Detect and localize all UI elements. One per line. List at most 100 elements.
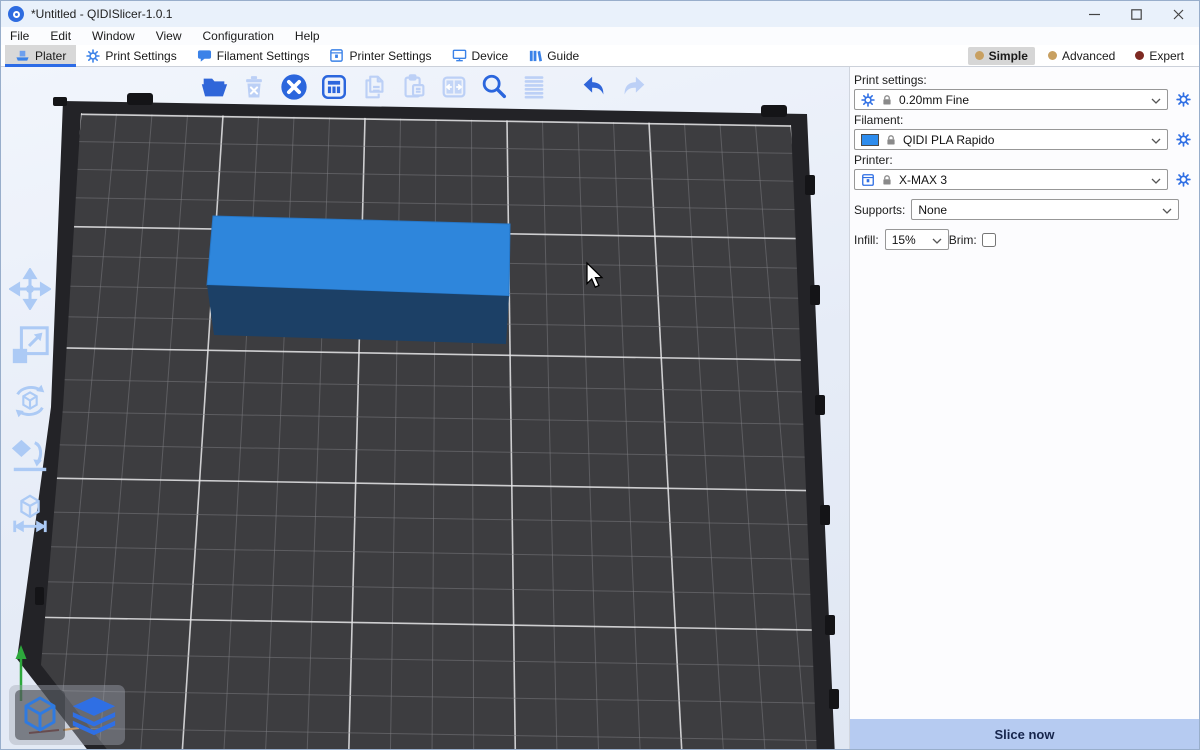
lock-icon [881, 94, 893, 106]
menu-view[interactable]: View [156, 29, 182, 43]
mode-expert[interactable]: Expert [1128, 47, 1191, 65]
maximize-button[interactable] [1115, 1, 1157, 27]
infill-value: 15% [892, 233, 916, 247]
tab-label: Filament Settings [217, 49, 310, 63]
print-settings-select[interactable]: 0.20mm Fine [854, 89, 1168, 110]
tab-guide[interactable]: Guide [518, 45, 589, 66]
lock-icon [881, 174, 893, 186]
view-toggle-panel [9, 685, 125, 745]
tab-filament-settings[interactable]: Filament Settings [187, 45, 320, 66]
redo-button[interactable] [617, 71, 651, 105]
printer-icon [329, 48, 344, 63]
printer-value: X-MAX 3 [899, 173, 947, 187]
search-icon [479, 72, 509, 105]
arrange-icon [319, 72, 349, 105]
filament-bubble-icon [197, 49, 212, 63]
brim-label: Brim: [949, 233, 977, 247]
chevron-down-icon [1151, 133, 1161, 147]
menu-file[interactable]: File [10, 29, 29, 43]
layers-icon [519, 72, 549, 105]
cube-3d-view-icon [18, 692, 62, 739]
redo-icon [619, 72, 649, 105]
tab-label: Print Settings [105, 49, 176, 63]
window-title: *Untitled - QIDISlicer-1.0.1 [31, 7, 172, 21]
mode-simple[interactable]: Simple [968, 47, 1035, 65]
minimize-button[interactable] [1073, 1, 1115, 27]
tab-label: Guide [547, 49, 579, 63]
slice-now-button[interactable]: Slice now [850, 719, 1199, 749]
simple-mode-dot-icon [975, 51, 984, 60]
model-box[interactable] [207, 216, 510, 344]
split-icon [439, 72, 469, 105]
printer-label: Printer: [854, 153, 1193, 167]
open-button[interactable] [197, 71, 231, 105]
chevron-down-icon [932, 233, 942, 247]
measure-icon [9, 492, 51, 537]
brim-checkbox[interactable] [982, 233, 996, 247]
app-logo-icon [8, 6, 24, 22]
mode-label: Expert [1149, 49, 1184, 63]
place-on-face-gizmo-button[interactable] [7, 435, 53, 481]
undo-icon [579, 72, 609, 105]
mode-label: Advanced [1062, 49, 1115, 63]
search-button[interactable] [477, 71, 511, 105]
filament-color-swatch [861, 134, 879, 146]
chevron-down-icon [1162, 203, 1172, 217]
menu-help[interactable]: Help [295, 29, 320, 43]
infill-select[interactable]: 15% [885, 229, 949, 250]
lock-icon [885, 134, 897, 146]
preview-view-button[interactable] [69, 690, 119, 740]
print-settings-value: 0.20mm Fine [899, 93, 969, 107]
scale-icon [9, 324, 51, 369]
arrange-button[interactable] [317, 71, 351, 105]
plater-toolbar [197, 71, 651, 105]
menu-window[interactable]: Window [92, 29, 135, 43]
delete-all-button[interactable] [277, 71, 311, 105]
paste-button[interactable] [397, 71, 431, 105]
split-button[interactable] [437, 71, 471, 105]
3d-viewport[interactable] [1, 67, 850, 749]
move-gizmo-button[interactable] [7, 267, 53, 313]
tab-label: Plater [35, 49, 66, 63]
scale-gizmo-button[interactable] [7, 323, 53, 369]
filament-select[interactable]: QIDI PLA Rapido [854, 129, 1168, 150]
edit-filament-button[interactable] [1173, 130, 1193, 150]
copy-icon [359, 72, 389, 105]
gear-icon [861, 93, 875, 107]
rotate-gizmo-button[interactable] [7, 379, 53, 425]
open-folder-icon [199, 72, 229, 105]
edit-printer-button[interactable] [1173, 170, 1193, 190]
plater-icon [15, 48, 30, 63]
printer-select[interactable]: X-MAX 3 [854, 169, 1168, 190]
tab-plater[interactable]: Plater [5, 45, 76, 66]
device-monitor-icon [452, 48, 467, 63]
copy-button[interactable] [357, 71, 391, 105]
infill-label: Infill: [854, 233, 879, 247]
mode-label: Simple [989, 49, 1028, 63]
tab-print-settings[interactable]: Print Settings [76, 45, 186, 66]
edit-print-settings-button[interactable] [1173, 90, 1193, 110]
tab-device[interactable]: Device [442, 45, 519, 66]
menu-edit[interactable]: Edit [50, 29, 71, 43]
place-on-face-icon [9, 436, 51, 481]
close-button[interactable] [1157, 1, 1199, 27]
tab-printer-settings[interactable]: Printer Settings [319, 45, 441, 66]
supports-value: None [918, 203, 947, 217]
paste-icon [399, 72, 429, 105]
tab-bar: Plater Print Settings Filament Settings … [1, 45, 1199, 67]
chevron-down-icon [1151, 93, 1161, 107]
measure-gizmo-button[interactable] [7, 491, 53, 537]
mode-advanced[interactable]: Advanced [1041, 47, 1122, 65]
delete-button[interactable] [237, 71, 271, 105]
tab-label: Printer Settings [349, 49, 431, 63]
3d-editor-view-button[interactable] [15, 690, 65, 740]
supports-label: Supports: [854, 203, 905, 217]
layer-height-button[interactable] [517, 71, 551, 105]
menu-configuration[interactable]: Configuration [203, 29, 274, 43]
undo-button[interactable] [577, 71, 611, 105]
move-icon [9, 268, 51, 313]
title-bar: *Untitled - QIDISlicer-1.0.1 [1, 1, 1199, 27]
app-window: *Untitled - QIDISlicer-1.0.1 File Edit W… [0, 0, 1200, 750]
supports-select[interactable]: None [911, 199, 1179, 220]
tab-label: Device [472, 49, 509, 63]
